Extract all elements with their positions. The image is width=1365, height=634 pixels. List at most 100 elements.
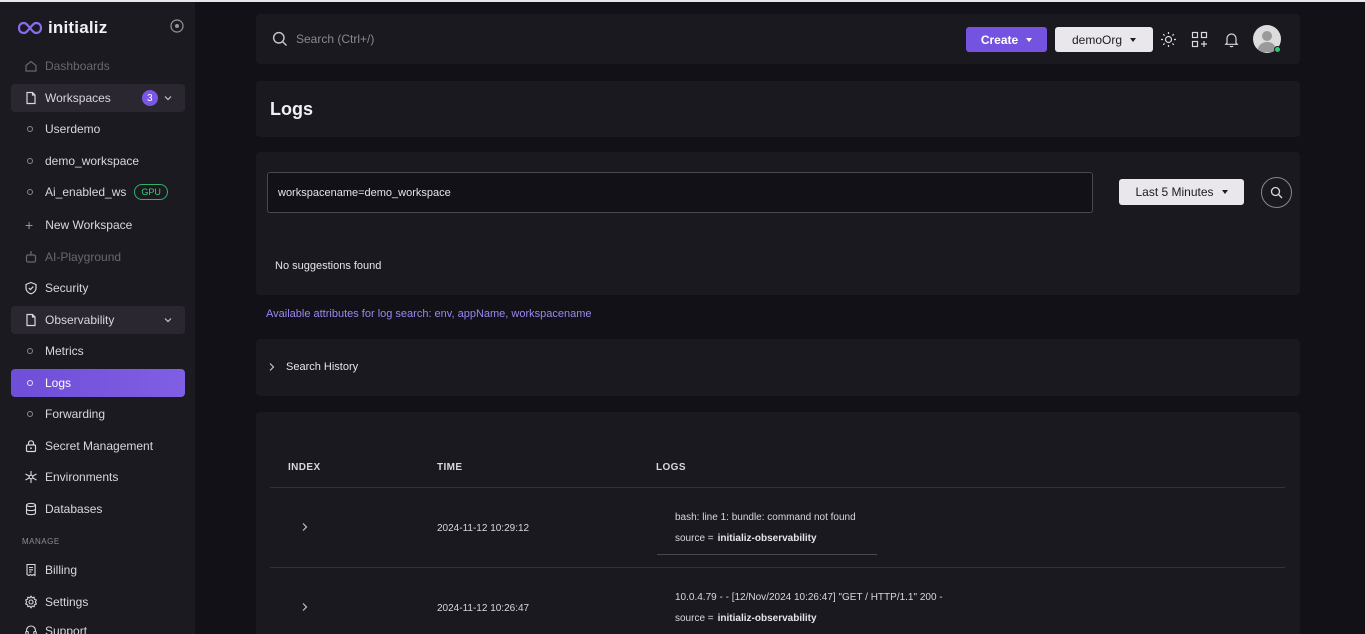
sidebar-item-label: demo_workspace (45, 154, 140, 168)
infinity-logo-icon (18, 21, 42, 35)
caret-down-icon (1026, 37, 1033, 42)
plus-icon: + (25, 217, 34, 233)
sidebar-item-label: New Workspace (45, 218, 133, 232)
time-range-selector[interactable]: Last 5 Minutes (1119, 179, 1244, 205)
sidebar-item-label: AI-Playground (45, 250, 122, 264)
sidebar-item-label: Billing (45, 563, 78, 577)
org-selector-label: demoOrg (1071, 32, 1123, 47)
log-divider (657, 554, 877, 555)
home-icon (25, 60, 37, 72)
workspaces-count-badge: 3 (141, 90, 158, 106)
bell-icon[interactable] (1223, 31, 1240, 48)
bullet-icon (27, 158, 33, 164)
sidebar-item-label: Metrics (45, 344, 84, 358)
sun-icon[interactable] (1160, 31, 1177, 48)
sidebar-item-userdemo[interactable]: Userdemo (11, 115, 185, 143)
gear-icon (24, 595, 38, 609)
sidebar-item-label: Environments (45, 470, 119, 484)
sidebar-item-label: Observability (45, 313, 115, 327)
run-search-button[interactable] (1261, 177, 1292, 208)
sidebar-item-settings[interactable]: Settings (11, 588, 185, 616)
chevron-right-icon[interactable] (300, 522, 310, 532)
log-source-label: source = (675, 533, 714, 544)
bullet-icon (27, 348, 33, 354)
page-title: Logs (270, 99, 313, 119)
bullet-icon (27, 126, 33, 132)
log-query-value: workspacename=demo_workspace (278, 186, 451, 199)
search-history-label: Search History (286, 361, 359, 373)
no-suggestions-text: No suggestions found (275, 260, 382, 272)
time-range-label: Last 5 Minutes (1135, 185, 1214, 199)
column-header-time: TIME (437, 462, 463, 473)
sidebar-item-new-workspace[interactable]: + New Workspace (11, 211, 185, 239)
sidebar-item-security[interactable]: Security (11, 274, 185, 302)
robot-icon (25, 251, 37, 263)
apps-grid-icon[interactable] (1191, 31, 1208, 48)
sidebar-item-label: Security (45, 281, 89, 295)
log-message: bash: line 1: bundle: command not found (675, 512, 856, 523)
column-header-logs: LOGS (656, 462, 686, 473)
chevron-down-icon[interactable] (163, 315, 173, 325)
caret-down-icon (1130, 37, 1137, 42)
bullet-icon (27, 380, 33, 386)
sidebar-item-dashboards[interactable]: Dashboards (11, 52, 185, 80)
query-panel: workspacename=demo_workspace Last 5 Minu… (256, 152, 1300, 295)
sidebar: initializ Dashboards Workspaces 3 Userde… (0, 2, 195, 634)
gpu-badge: GPU (134, 184, 168, 200)
log-source: source = initializ-observability (675, 533, 817, 544)
sidebar-item-label: Dashboards (45, 59, 110, 73)
online-status-dot (1274, 46, 1281, 53)
sidebar-item-ai-enabled-ws[interactable]: Ai_enabled_ws GPU (11, 178, 185, 206)
sidebar-item-logs[interactable]: Logs (11, 369, 185, 397)
headset-icon (25, 625, 37, 634)
sidebar-item-demo-workspace[interactable]: demo_workspace (11, 147, 185, 175)
global-search-input[interactable] (296, 30, 596, 48)
sidebar-item-ai-playground[interactable]: AI-Playground (11, 243, 185, 271)
collapse-sidebar-icon[interactable] (170, 19, 184, 33)
receipt-icon (26, 563, 36, 577)
sidebar-item-forwarding[interactable]: Forwarding (11, 400, 185, 428)
create-button-label: Create (980, 32, 1019, 47)
sidebar-item-label: Secret Management (45, 439, 154, 453)
sidebar-item-workspaces[interactable]: Workspaces 3 (11, 84, 185, 112)
log-time: 2024-11-12 10:29:12 (437, 523, 530, 534)
search-icon (272, 31, 287, 46)
lock-icon (25, 440, 37, 453)
sidebar-item-support[interactable]: Support (11, 618, 185, 634)
log-source: source = initializ-observability (675, 613, 817, 624)
caret-down-icon (1221, 190, 1228, 194)
sidebar-item-label: Databases (45, 502, 103, 516)
database-icon (25, 502, 37, 516)
sidebar-item-secret-management[interactable]: Secret Management (11, 432, 185, 460)
brand[interactable]: initializ (18, 16, 107, 40)
attributes-hint: Available attributes for log search: env… (266, 308, 592, 320)
sidebar-item-label: Support (45, 624, 88, 634)
sidebar-item-metrics[interactable]: Metrics (11, 337, 185, 365)
column-header-index: INDEX (288, 462, 321, 473)
log-time: 2024-11-12 10:26:47 (437, 603, 530, 614)
log-query-input[interactable]: workspacename=demo_workspace (267, 172, 1093, 213)
sidebar-item-environments[interactable]: Environments (11, 463, 185, 491)
sidebar-item-observability[interactable]: Observability (11, 306, 185, 334)
sidebar-item-label: Ai_enabled_ws (45, 185, 127, 199)
sidebar-item-label: Workspaces (45, 91, 111, 105)
logs-table-panel: INDEX TIME LOGS 2024-11-12 10:29:12 bash… (256, 412, 1300, 634)
section-label-manage: MANAGE (22, 537, 60, 546)
sidebar-item-billing[interactable]: Billing (11, 556, 185, 584)
log-message: 10.0.4.79 - - [12/Nov/2024 10:26:47] "GE… (675, 592, 943, 603)
file-icon (26, 313, 36, 327)
org-selector[interactable]: demoOrg (1055, 27, 1153, 52)
chevron-down-icon[interactable] (163, 93, 173, 103)
sidebar-item-databases[interactable]: Databases (11, 495, 185, 523)
sidebar-item-label: Userdemo (45, 122, 101, 136)
brand-name: initializ (48, 18, 108, 37)
create-button[interactable]: Create (966, 27, 1047, 52)
search-history-toggle[interactable]: Search History (268, 361, 358, 373)
bullet-icon (27, 189, 33, 195)
network-icon (25, 471, 37, 483)
shield-icon (25, 281, 37, 295)
chevron-right-icon[interactable] (300, 602, 310, 612)
sidebar-item-label: Logs (45, 376, 72, 390)
sidebar-item-label: Forwarding (45, 407, 106, 421)
file-icon (26, 91, 36, 105)
